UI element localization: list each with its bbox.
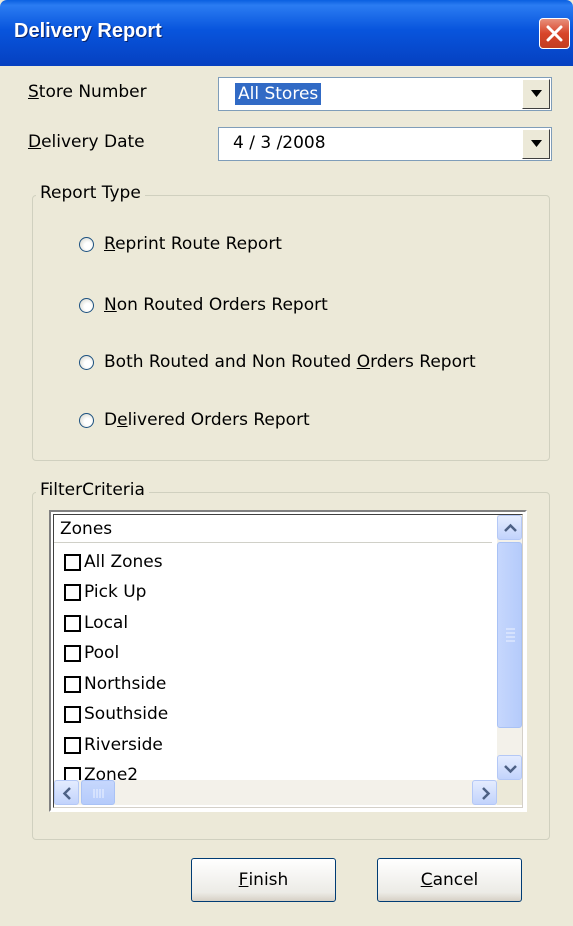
checkbox[interactable] xyxy=(64,614,81,632)
store-number-value: All Stores xyxy=(235,83,322,105)
radio-reprint-route-report[interactable]: Reprint Route Report xyxy=(79,232,282,256)
grip-icon xyxy=(93,789,104,798)
zone-item-all-zones[interactable]: All Zones xyxy=(64,547,163,577)
zone-item-pool[interactable]: Pool xyxy=(64,638,119,668)
filter-criteria-title: FilterCriteria xyxy=(36,480,149,500)
zones-column-header[interactable]: Zones xyxy=(54,515,492,543)
window-title: Delivery Report xyxy=(14,20,162,42)
arrow-up-icon xyxy=(504,523,517,532)
delivery-date-value: 4 / 3 /2008 xyxy=(233,133,326,153)
checkbox[interactable] xyxy=(64,736,81,754)
vertical-scroll-thumb[interactable] xyxy=(497,542,522,728)
scroll-right-button[interactable] xyxy=(472,780,497,805)
scroll-up-button[interactable] xyxy=(497,515,522,540)
cancel-button[interactable]: Cancel xyxy=(377,858,522,902)
zone-item-northside[interactable]: Northside xyxy=(64,669,166,699)
zones-list[interactable]: Zones All Zones Pick Up Local Pool North… xyxy=(49,510,527,812)
delivery-date-label: Delivery Date xyxy=(28,132,145,152)
close-button[interactable] xyxy=(539,18,570,49)
store-number-combo[interactable]: All Stores xyxy=(218,77,552,111)
scroll-corner xyxy=(497,780,522,805)
radio-delivered-orders-report[interactable]: Delivered Orders Report xyxy=(79,408,310,432)
checkbox[interactable] xyxy=(64,583,81,601)
finish-button[interactable]: Finish xyxy=(191,858,336,902)
arrow-down-icon xyxy=(504,765,517,774)
radio-label: Both Routed and Non Routed Orders Report xyxy=(104,352,476,372)
radio-button[interactable] xyxy=(79,297,94,313)
arrow-left-icon xyxy=(62,787,71,800)
arrow-right-icon xyxy=(482,787,491,800)
report-type-title: Report Type xyxy=(36,183,145,203)
chevron-down-icon xyxy=(531,140,542,147)
grip-icon xyxy=(506,628,515,642)
horizontal-scroll-thumb[interactable] xyxy=(81,780,115,805)
vertical-scrollbar[interactable] xyxy=(497,515,522,780)
zone-item-riverside[interactable]: Riverside xyxy=(64,730,163,760)
delivery-date-combo[interactable]: 4 / 3 /2008 xyxy=(218,127,552,161)
store-number-label: Store Number xyxy=(28,82,147,102)
checkbox[interactable] xyxy=(64,644,81,662)
radio-button[interactable] xyxy=(79,354,94,370)
zone-item-pick-up[interactable]: Pick Up xyxy=(64,577,146,607)
delivery-date-dropdown-button[interactable] xyxy=(522,129,550,159)
checkbox[interactable] xyxy=(64,705,81,723)
radio-both-routed-non-routed-report[interactable]: Both Routed and Non Routed Orders Report xyxy=(79,350,476,374)
checkbox[interactable] xyxy=(64,675,81,693)
radio-button[interactable] xyxy=(79,412,94,428)
scroll-down-button[interactable] xyxy=(497,755,522,780)
zone-item-southside[interactable]: Southside xyxy=(64,699,168,729)
chevron-down-icon xyxy=(531,90,542,97)
zone-item-local[interactable]: Local xyxy=(64,608,128,638)
close-x-icon xyxy=(546,25,563,42)
radio-label: Reprint Route Report xyxy=(104,234,282,254)
title-bar[interactable]: Delivery Report xyxy=(0,0,573,66)
radio-button[interactable] xyxy=(79,236,94,252)
radio-label: Non Routed Orders Report xyxy=(104,295,328,315)
radio-label: Delivered Orders Report xyxy=(104,410,310,430)
checkbox[interactable] xyxy=(64,553,81,571)
radio-non-routed-orders-report[interactable]: Non Routed Orders Report xyxy=(79,293,328,317)
scroll-left-button[interactable] xyxy=(54,780,79,805)
horizontal-scrollbar[interactable] xyxy=(54,780,497,805)
store-number-dropdown-button[interactable] xyxy=(522,79,550,109)
